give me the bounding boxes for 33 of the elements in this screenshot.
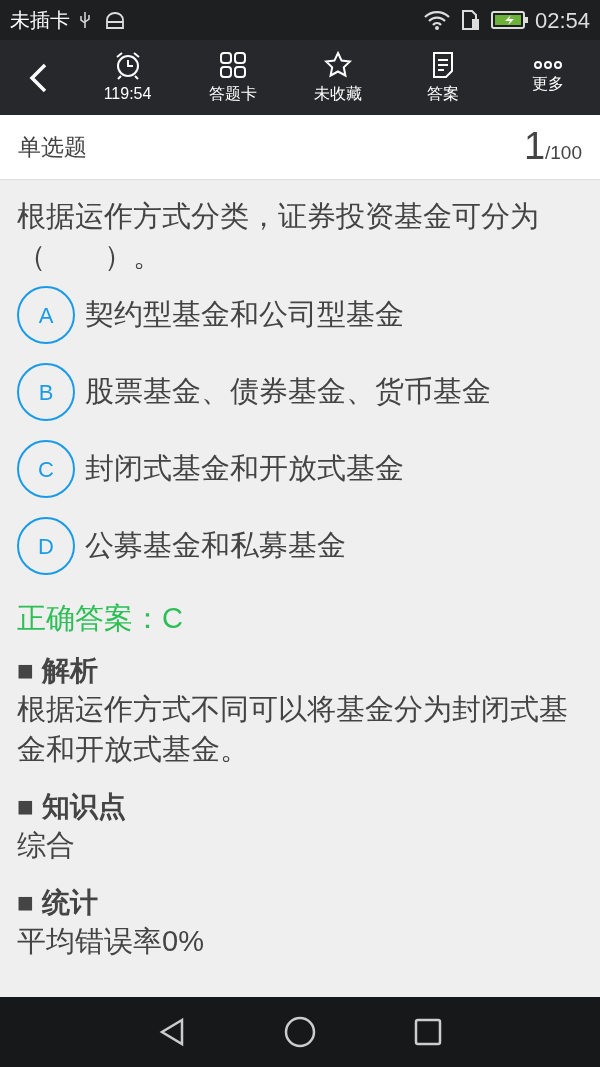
question-number: 1 xyxy=(523,126,545,165)
question-text: 根据运作方式分类，证券投资基金可分为（ ）。 xyxy=(17,199,540,274)
question-type: 单选题 xyxy=(18,132,87,162)
option-text[interactable]: 契约型基金和公司型基金 xyxy=(85,293,404,337)
usb-icon xyxy=(78,10,92,30)
question-total: /100 xyxy=(545,141,582,165)
section-heading: ■ 知识点 xyxy=(17,789,127,824)
correct-answer: 正确答案：C xyxy=(17,601,184,636)
back-icon xyxy=(27,61,48,94)
clock-text: 02:54 xyxy=(534,6,590,35)
wifi-icon xyxy=(422,9,451,31)
option-text[interactable]: 公募基金和私募基金 xyxy=(85,524,346,568)
more-icon xyxy=(532,59,563,70)
toolbar-button[interactable]: 未收藏 xyxy=(285,49,390,106)
option-text[interactable]: 股票基金、债券基金、货币基金 xyxy=(85,370,491,414)
option-text[interactable]: 封闭式基金和开放式基金 xyxy=(85,447,404,491)
section-heading: ■ 解析 xyxy=(17,653,99,688)
android-icon xyxy=(104,10,126,30)
toolbar-button[interactable]: 更多 xyxy=(495,49,600,106)
toolbar-button[interactable]: 119:54 xyxy=(75,49,180,106)
grid-icon xyxy=(217,49,248,80)
toolbar-button[interactable]: 答题卡 xyxy=(180,49,285,106)
recents-nav-icon[interactable] xyxy=(413,1018,442,1046)
home-nav-icon[interactable] xyxy=(283,1015,317,1049)
section-text: 综合 xyxy=(17,827,76,863)
toolbar-button[interactable]: 答案 xyxy=(390,49,495,106)
section-heading: ■ 统计 xyxy=(17,885,99,920)
star-icon xyxy=(322,49,353,80)
section-text: 根据运作方式不同可以将基金分为封闭式基金和开放式基金。 xyxy=(17,691,569,767)
sim-icon xyxy=(460,9,481,31)
section-text: 平均错误率0% xyxy=(17,923,205,959)
carrier-text: 未插卡 xyxy=(10,8,70,33)
battery-icon xyxy=(490,10,529,30)
